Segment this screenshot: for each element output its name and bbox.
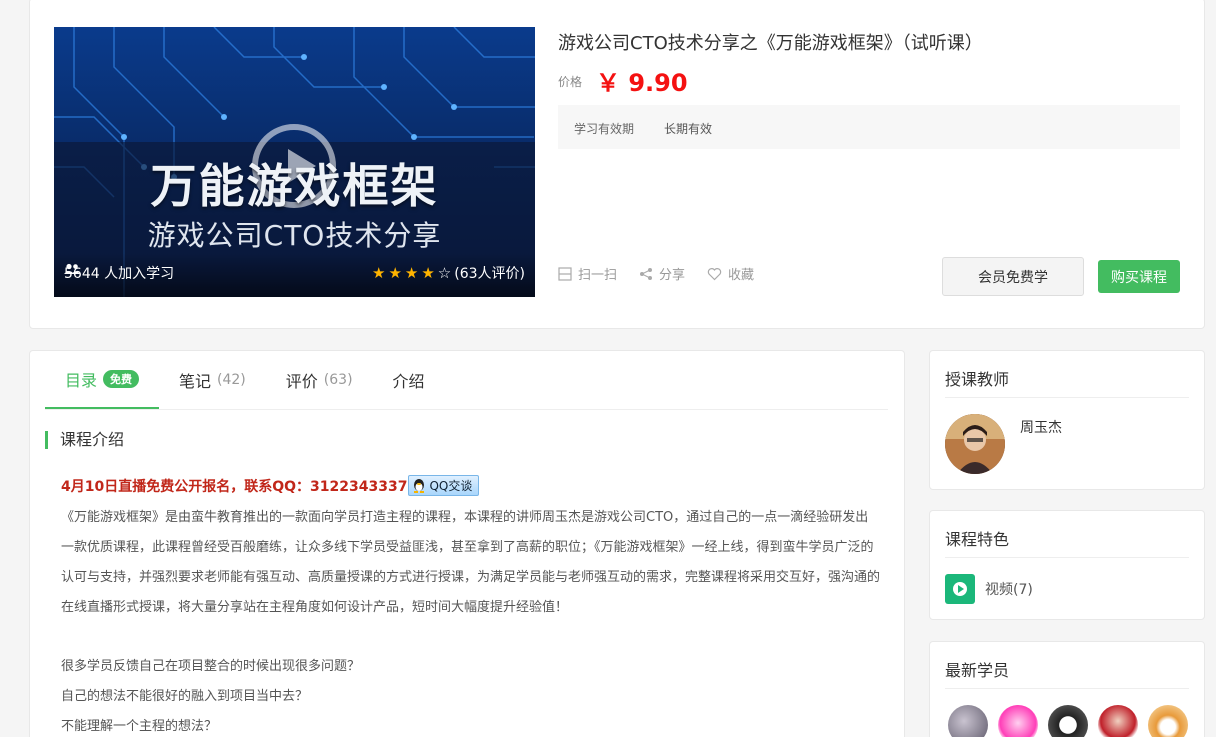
price-label: 价格 <box>558 75 583 89</box>
free-badge: 免费 <box>103 370 140 388</box>
validity-label: 学习有效期 <box>574 122 635 136</box>
star-icon: ★ <box>371 264 386 282</box>
feature-video-label: 视频(7) <box>985 582 1033 598</box>
video-icon <box>945 574 975 604</box>
student-avatar[interactable] <box>1148 705 1188 737</box>
favorite-label: 收藏 <box>728 268 755 283</box>
users-icon <box>64 263 80 274</box>
tab-intro-label: 介绍 <box>392 372 425 391</box>
buy-course-button[interactable]: 购买课程 <box>1098 260 1180 293</box>
rating-count: (63人评价) <box>454 266 525 282</box>
validity-value: 长期有效 <box>664 122 713 136</box>
question-item: 不能理解一个主程的想法？ <box>61 719 218 734</box>
heart-icon <box>707 267 722 280</box>
course-title: 游戏公司CTO技术分享之《万能游戏框架》（试听课） <box>558 33 983 54</box>
course-cover[interactable]: 万能游戏框架 游戏公司CTO技术分享 5644 人加入学习 ★ ★ ★ ★ ☆ … <box>54 27 535 297</box>
star-icon: ★ <box>404 264 419 282</box>
question-item: 自己的想法不能很好的融入到项目当中去？ <box>61 689 309 704</box>
student-avatar[interactable] <box>948 705 988 737</box>
student-avatar[interactable] <box>1048 705 1088 737</box>
tab-reviews-label: 评价 <box>285 372 318 391</box>
teacher-heading: 授课教师 <box>945 370 1010 389</box>
student-avatar-list <box>948 705 1188 737</box>
tab-notes[interactable]: 笔记 (42) <box>159 351 266 409</box>
cover-title: 万能游戏框架 <box>150 159 439 213</box>
course-content-card: 目录 免费 笔记 (42) 评价 (63) 介绍 课程介绍 4月10日直播免费公… <box>29 350 905 737</box>
student-avatar[interactable] <box>1098 705 1138 737</box>
divider <box>945 557 1189 558</box>
teacher-avatar[interactable] <box>945 414 1005 474</box>
tab-intro[interactable]: 介绍 <box>373 351 445 409</box>
scan-action[interactable]: 扫一扫 <box>558 264 617 283</box>
divider <box>945 397 1189 398</box>
course-actions: 扫一扫 分享 收藏 <box>558 264 754 283</box>
share-label: 分享 <box>659 268 686 283</box>
features-card: 课程特色 视频(7) <box>929 510 1205 620</box>
feature-video: 视频(7) <box>945 574 1033 604</box>
tab-notes-count: (42) <box>217 372 246 388</box>
star-empty-icon: ☆ <box>437 264 452 282</box>
learner-count: 5644 人加入学习 <box>64 263 174 283</box>
course-description: 《万能游戏框架》是由蛮牛教育推出的一款面向学员打造主程的课程，本课程的讲师周玉杰… <box>61 510 881 615</box>
question-list: 很多学员反馈自己在项目整合的时候出现很多问题？ 自己的想法不能很好的融入到项目当… <box>61 652 360 737</box>
cover-subtitle: 游戏公司CTO技术分享 <box>147 219 442 252</box>
tab-notes-label: 笔记 <box>179 372 212 391</box>
course-tabs: 目录 免费 笔记 (42) 评价 (63) 介绍 <box>45 351 888 410</box>
member-free-button[interactable]: 会员免费学 <box>942 257 1084 296</box>
features-heading: 课程特色 <box>945 530 1010 549</box>
divider <box>945 688 1189 689</box>
learner-count-text: 5644 人加入学习 <box>64 266 175 282</box>
qq-button-label: QQ交谈 <box>429 479 473 493</box>
star-icon: ★ <box>421 264 435 282</box>
teacher-card: 授课教师 周玉杰 <box>929 350 1205 490</box>
live-notice: 4月10日直播免费公开报名，联系QQ：3122343337 QQ交谈 <box>61 475 480 496</box>
star-icon: ★ <box>388 264 402 282</box>
tab-catalog-label: 目录 <box>65 371 98 390</box>
tab-reviews-count: (63) <box>323 372 353 388</box>
course-header-card: 万能游戏框架 游戏公司CTO技术分享 5644 人加入学习 ★ ★ ★ ★ ☆ … <box>29 0 1205 329</box>
teacher-name[interactable]: 周玉杰 <box>1020 417 1062 437</box>
share-action[interactable]: 分享 <box>639 264 685 283</box>
tab-catalog[interactable]: 目录 免费 <box>45 351 160 409</box>
tab-reviews[interactable]: 评价 (63) <box>266 351 373 409</box>
course-price: ￥ 9.90 <box>596 69 688 97</box>
rating: ★ ★ ★ ★ ☆ (63人评价) <box>372 263 525 283</box>
favorite-action[interactable]: 收藏 <box>707 264 754 283</box>
qrcode-icon <box>558 266 572 281</box>
notice-text: 4月10日直播免费公开报名，联系QQ：3122343337 <box>61 478 408 495</box>
validity-box: 学习有效期 长期有效 <box>558 105 1180 149</box>
share-icon <box>640 267 653 280</box>
teacher-avatar-image <box>945 414 1005 474</box>
section-heading: 课程介绍 <box>45 431 124 449</box>
student-avatar[interactable] <box>998 705 1038 737</box>
qq-penguin-icon <box>414 479 425 493</box>
students-card: 最新学员 <box>929 641 1205 737</box>
qq-chat-button[interactable]: QQ交谈 <box>408 475 480 496</box>
students-heading: 最新学员 <box>945 661 1010 680</box>
question-item: 很多学员反馈自己在项目整合的时候出现很多问题？ <box>61 659 361 674</box>
scan-label: 扫一扫 <box>578 268 618 283</box>
